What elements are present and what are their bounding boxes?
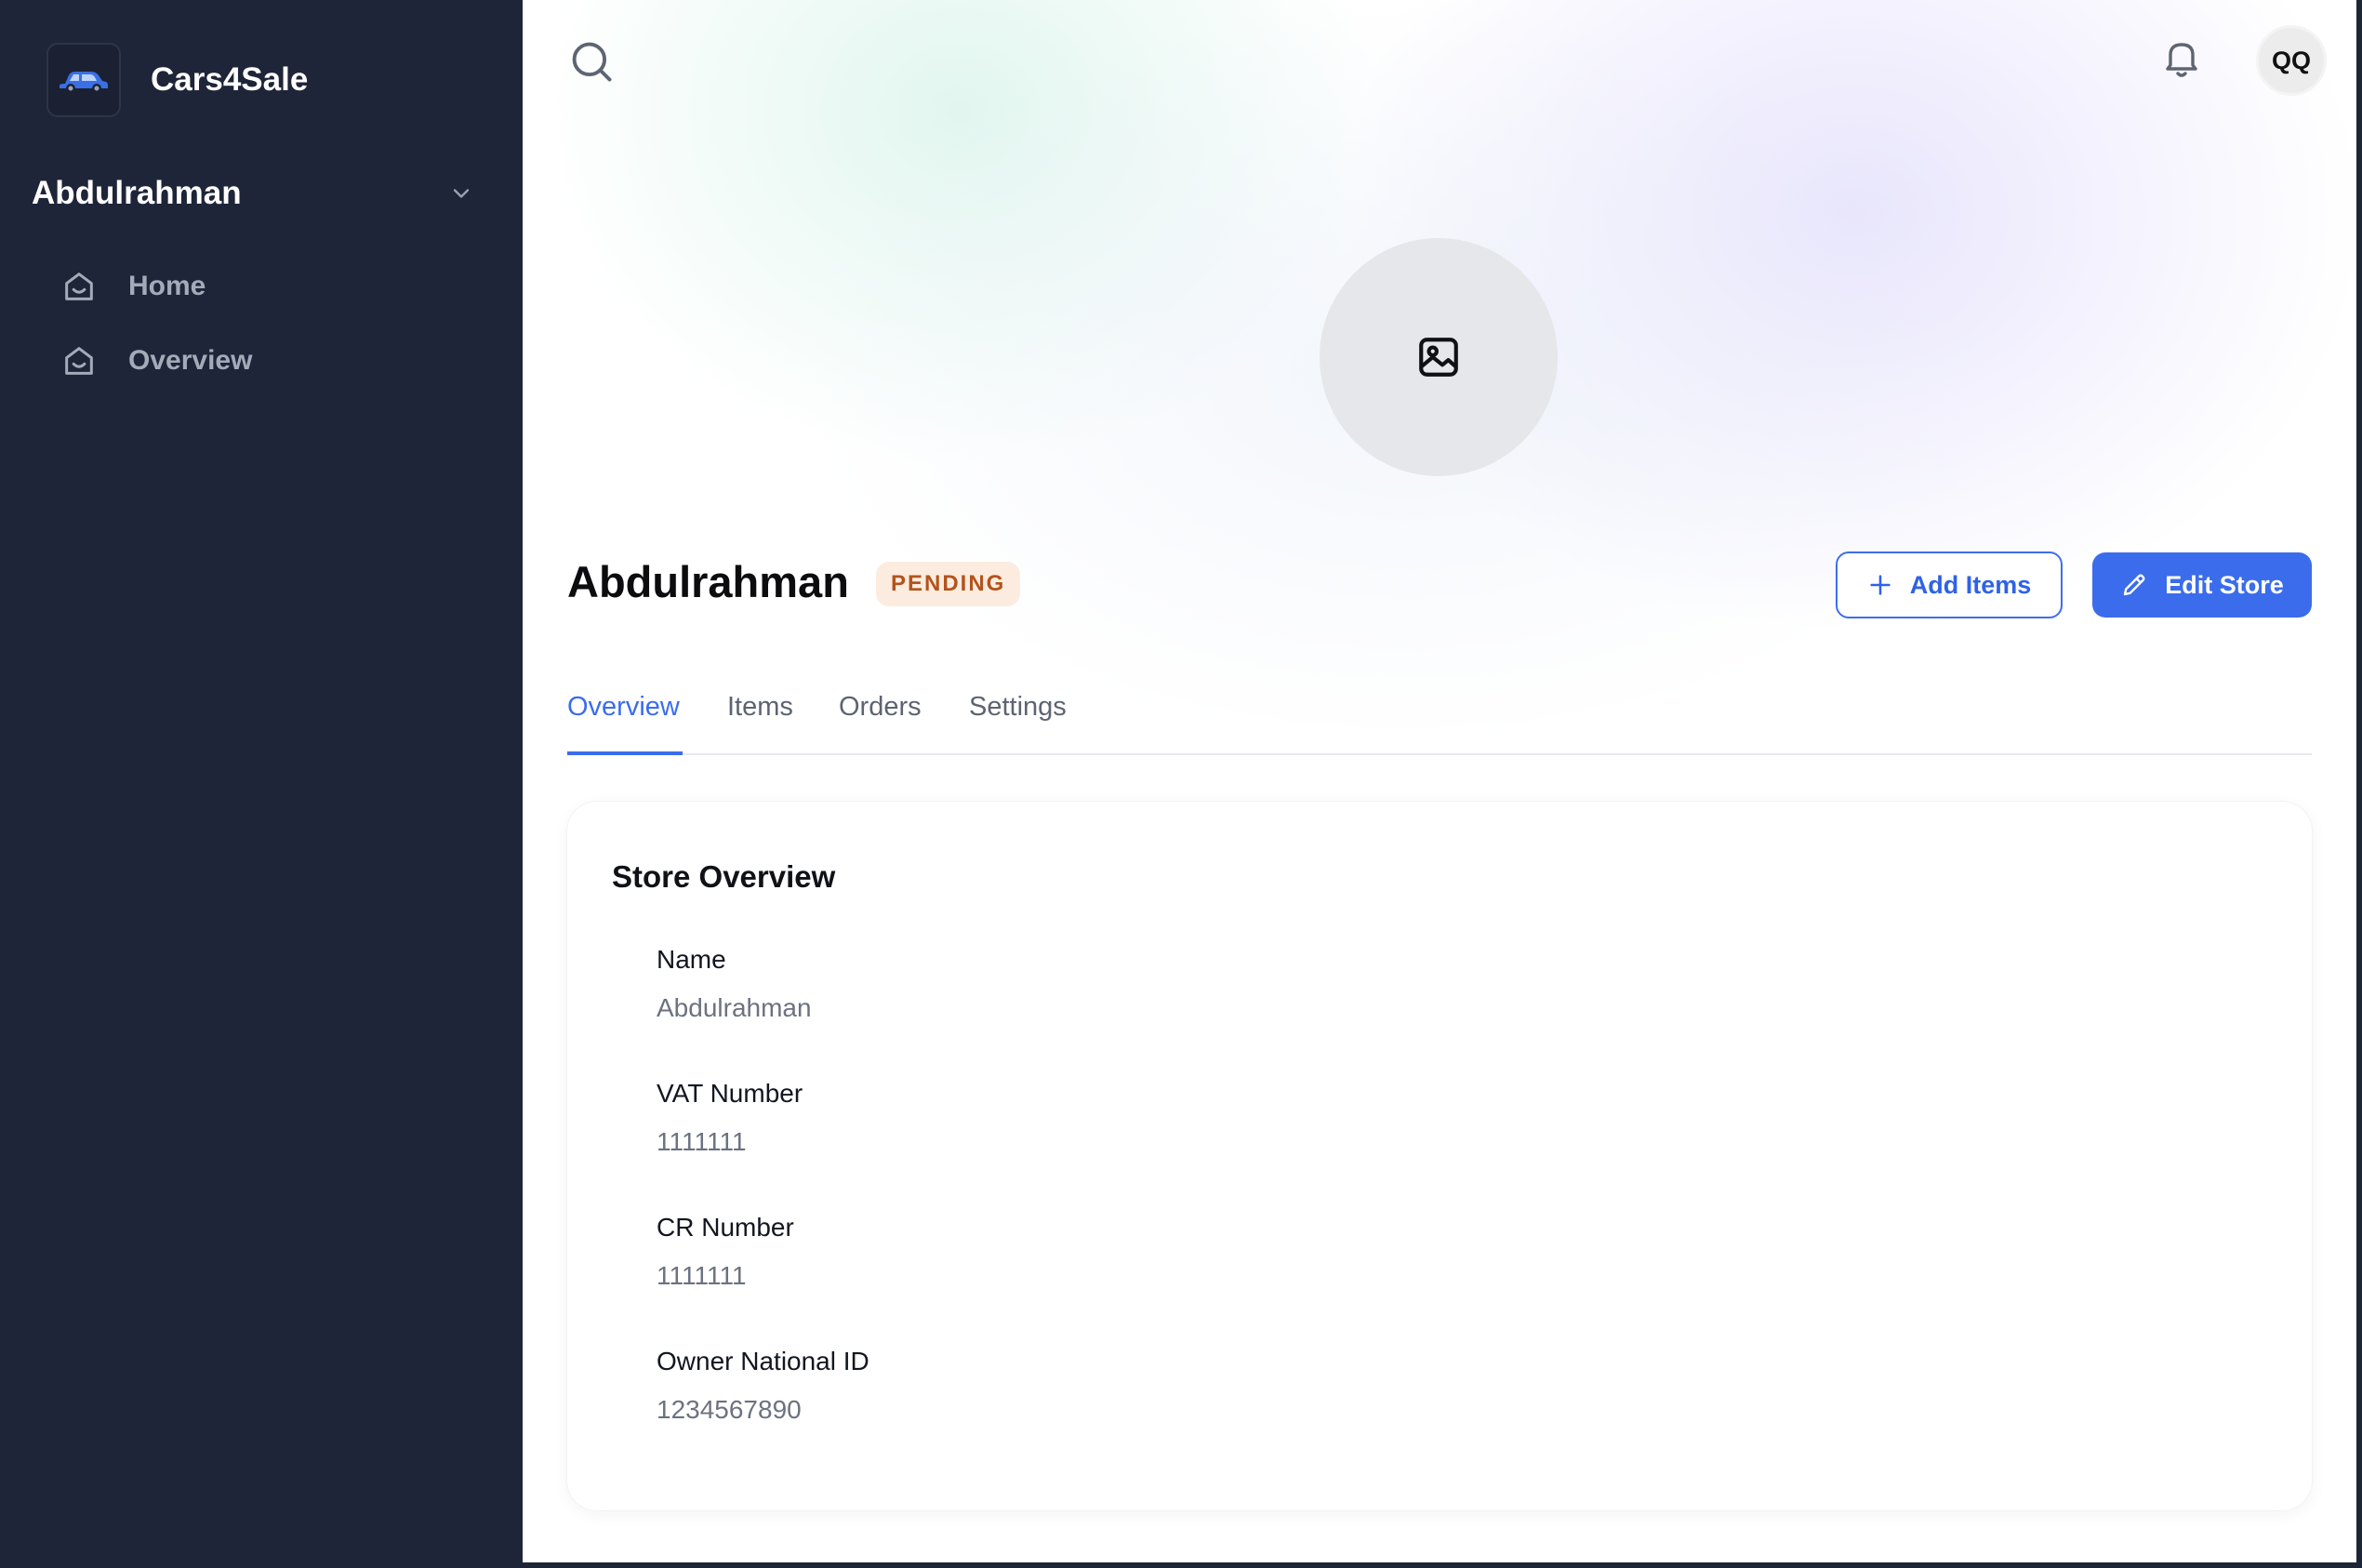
status-badge: PENDING — [876, 562, 1021, 606]
tab-orders[interactable]: Orders — [839, 688, 922, 755]
tab-overview[interactable]: Overview — [567, 688, 683, 755]
sidebar-item-overview[interactable]: Overview — [60, 333, 469, 389]
chevron-down-icon — [453, 189, 470, 198]
card-title: Store Overview — [612, 859, 836, 894]
field-value: 1234567890 — [657, 1395, 802, 1424]
sidebar: Cars4Sale Abdulrahman Home Overview — [0, 0, 523, 1568]
search-button[interactable] — [567, 37, 616, 86]
store-image-placeholder[interactable] — [1320, 238, 1558, 476]
store-tabs: Overview Items Orders Settings — [567, 688, 2312, 755]
field-value: 1111111 — [657, 1261, 747, 1290]
field-owner-national-id: Owner National ID 1234567890 — [657, 1347, 869, 1425]
image-icon — [1419, 338, 1458, 377]
store-icon — [60, 341, 99, 380]
main-panel: QQ Abdulrahman PENDING Add Items Edit St… — [523, 0, 2356, 1562]
brand-logo[interactable] — [46, 43, 121, 117]
notifications-button[interactable] — [2159, 35, 2208, 84]
edit-store-label: Edit Store — [2165, 570, 2284, 599]
user-avatar[interactable]: QQ — [2256, 25, 2327, 96]
sidebar-item-label: Overview — [128, 345, 253, 376]
field-label: CR Number — [657, 1213, 794, 1242]
store-switcher-label: Abdulrahman — [32, 175, 242, 211]
brand-name: Cars4Sale — [151, 61, 309, 98]
search-icon — [572, 42, 612, 82]
field-value: 1111111 — [657, 1127, 747, 1156]
field-value: Abdulrahman — [657, 993, 812, 1022]
edit-store-button[interactable]: Edit Store — [2092, 552, 2312, 618]
field-cr-number: CR Number 1111111 — [657, 1213, 794, 1291]
pencil-icon — [2124, 574, 2145, 596]
tab-settings[interactable]: Settings — [969, 688, 1067, 755]
field-label: Owner National ID — [657, 1347, 869, 1375]
field-name: Name Abdulrahman — [657, 945, 812, 1023]
plus-icon — [1870, 575, 1891, 595]
field-vat-number: VAT Number 1111111 — [657, 1079, 803, 1157]
sidebar-item-label: Home — [128, 271, 206, 301]
car-icon — [60, 72, 108, 93]
background-glow — [541, 0, 1378, 465]
page-title: Abdulrahman — [567, 557, 849, 606]
sidebar-item-home[interactable]: Home — [60, 259, 469, 314]
field-label: Name — [657, 945, 726, 974]
store-switcher[interactable]: Abdulrahman — [32, 167, 474, 219]
store-icon — [60, 267, 99, 306]
field-label: VAT Number — [657, 1079, 803, 1108]
add-items-button[interactable]: Add Items — [1836, 551, 2063, 618]
tab-items[interactable]: Items — [727, 688, 793, 755]
store-overview-card: Store Overview Name Abdulrahman VAT Numb… — [567, 802, 2312, 1510]
add-items-label: Add Items — [1909, 570, 2032, 599]
bell-icon — [2166, 43, 2197, 77]
